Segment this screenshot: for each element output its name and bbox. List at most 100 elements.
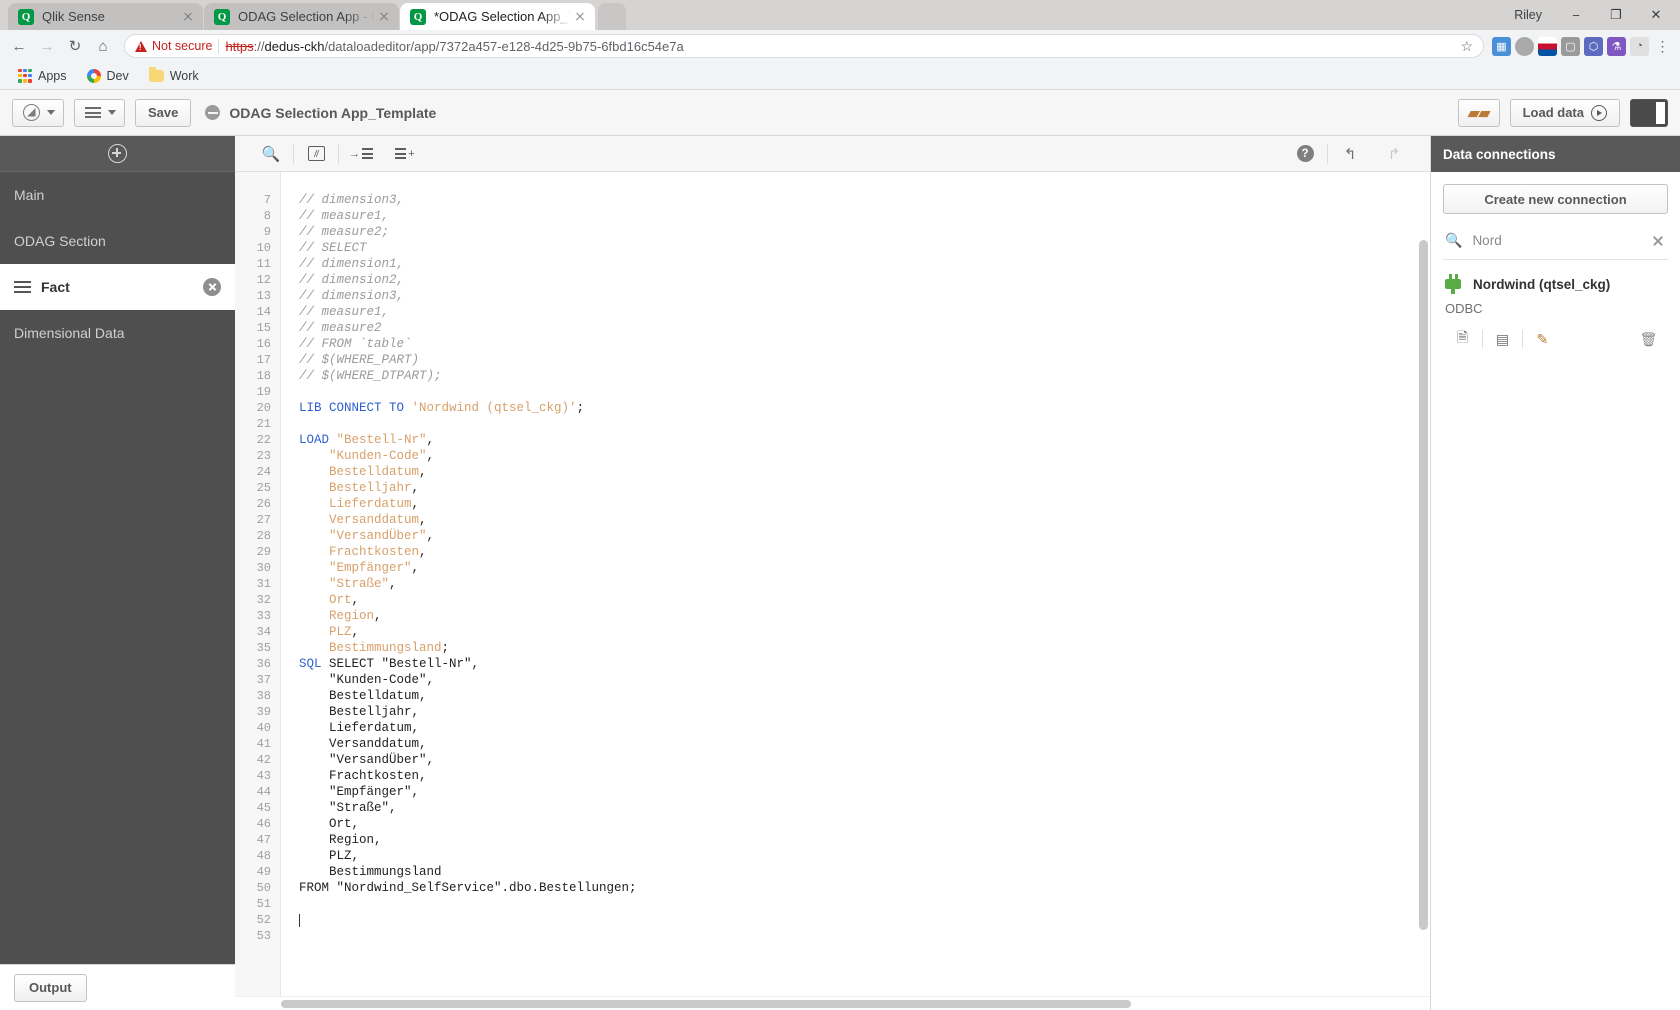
code-line[interactable]: // measure2 (299, 320, 1430, 336)
search-icon[interactable]: 🔍 (249, 136, 293, 172)
code-line[interactable]: SQL SELECT "Bestell-Nr", (299, 656, 1430, 672)
connection-search-field[interactable]: 🔍 Nord (1443, 222, 1668, 260)
code-line[interactable]: // dimension1, (299, 256, 1430, 272)
extension-icon-6[interactable]: ⚗ (1607, 37, 1626, 56)
code-line[interactable]: // measure1, (299, 304, 1430, 320)
code-line[interactable]: "Empfänger", (299, 784, 1430, 800)
new-tab-button[interactable] (598, 3, 626, 30)
code-line[interactable]: Lieferdatum, (299, 496, 1430, 512)
code-line[interactable]: "Kunden-Code", (299, 448, 1430, 464)
reload-icon[interactable]: ↻ (62, 33, 88, 59)
sidebar-item-dimensional-data[interactable]: Dimensional Data (0, 310, 235, 356)
code-line[interactable]: LIB CONNECT TO 'Nordwind (qtsel_ckg)'; (299, 400, 1430, 416)
outdent-icon[interactable]: + (383, 136, 427, 172)
home-icon[interactable]: ⌂ (90, 33, 116, 59)
code-line[interactable]: Region, (299, 832, 1430, 848)
forward-icon[interactable]: → (34, 33, 60, 59)
code-line[interactable]: Versanddatum, (299, 736, 1430, 752)
bookmark-work[interactable]: Work (141, 66, 207, 86)
editor-vertical-scrollbar[interactable] (1419, 240, 1428, 930)
right-panel-toggle-button[interactable] (1630, 99, 1668, 127)
code-line[interactable]: LOAD "Bestell-Nr", (299, 432, 1430, 448)
sidebar-item-fact[interactable]: Fact (0, 264, 235, 310)
avatar[interactable]: ◔ (1630, 37, 1649, 56)
extension-icon-3[interactable] (1538, 37, 1557, 56)
code-line[interactable]: // $(WHERE_DTPART); (299, 368, 1430, 384)
user-label[interactable]: Riley (1514, 8, 1542, 22)
code-line[interactable] (299, 896, 1430, 912)
bookmark-dev[interactable]: Dev (79, 66, 137, 86)
navigation-dropdown-button[interactable]: ◢ (12, 99, 64, 127)
delete-icon[interactable]: 🗑 (1629, 326, 1668, 352)
code-line[interactable]: Frachtkosten, (299, 768, 1430, 784)
bookmark-apps[interactable]: Apps (10, 66, 75, 86)
browser-tab-2[interactable]: Q *ODAG Selection App_Te (400, 3, 595, 30)
code-line[interactable]: Ort, (299, 816, 1430, 832)
chrome-menu-icon[interactable]: ⋮ (1653, 37, 1672, 56)
code-line[interactable]: PLZ, (299, 624, 1430, 640)
create-new-connection-button[interactable]: Create new connection (1443, 184, 1668, 214)
code-line[interactable] (299, 416, 1430, 432)
sidebar-item-odag-section[interactable]: ODAG Section (0, 218, 235, 264)
code-line[interactable]: Bestelldatum, (299, 464, 1430, 480)
code-line[interactable]: Region, (299, 608, 1430, 624)
code-line[interactable]: PLZ, (299, 848, 1430, 864)
code-line[interactable]: Bestimmungsland; (299, 640, 1430, 656)
back-icon[interactable]: ← (6, 33, 32, 59)
browser-tab-1[interactable]: Q ODAG Selection App - My (204, 3, 399, 30)
undo-icon[interactable]: ↰ (1328, 136, 1372, 172)
help-icon[interactable]: ? (1283, 136, 1327, 172)
code-line[interactable] (299, 384, 1430, 400)
code-line[interactable]: "VersandÜber", (299, 528, 1430, 544)
extension-icon-2[interactable] (1515, 37, 1534, 56)
delete-section-icon[interactable] (203, 278, 221, 296)
redo-icon[interactable]: ↱ (1372, 136, 1416, 172)
code-line[interactable]: "VersandÜber", (299, 752, 1430, 768)
code-line[interactable]: // dimension2, (299, 272, 1430, 288)
save-button[interactable]: Save (135, 99, 191, 127)
select-data-icon[interactable]: ▤ (1483, 326, 1522, 352)
code-line[interactable]: Ort, (299, 592, 1430, 608)
code-editor[interactable]: 7891011121314151617181920212223242526272… (235, 172, 1430, 996)
search-input[interactable]: Nord (1472, 233, 1640, 248)
code-line[interactable]: // dimension3, (299, 192, 1430, 208)
code-line[interactable]: // dimension3, (299, 288, 1430, 304)
code-line[interactable]: // measure1, (299, 208, 1430, 224)
code-line[interactable]: Bestelljahr, (299, 480, 1430, 496)
extension-icon-5[interactable]: ⬡ (1584, 37, 1603, 56)
clear-search-icon[interactable] (1650, 233, 1666, 249)
output-button[interactable]: Output (14, 974, 87, 1002)
load-data-button[interactable]: Load data (1510, 99, 1620, 127)
sidebar-item-main[interactable]: Main (0, 172, 235, 218)
editor-horizontal-scroll-track[interactable] (235, 996, 1430, 1010)
code-line[interactable]: "Empfänger", (299, 560, 1430, 576)
code-line[interactable]: // SELECT (299, 240, 1430, 256)
list-item[interactable]: Nordwind (qtsel_ckg) ODBC 🗎 ▤ ✎ 🗑 (1443, 260, 1668, 352)
tab-close-icon[interactable] (571, 8, 589, 26)
code-line[interactable]: Frachtkosten, (299, 544, 1430, 560)
address-bar[interactable]: Not secure https://dedus-ckh/dataloadedi… (124, 34, 1484, 58)
tab-close-icon[interactable] (179, 8, 197, 26)
edit-icon[interactable]: ✎ (1523, 326, 1562, 352)
code-line[interactable]: Lieferdatum, (299, 720, 1430, 736)
extension-icon-1[interactable]: ▦ (1492, 37, 1511, 56)
code-line[interactable]: Bestimmungsland (299, 864, 1430, 880)
maximize-icon[interactable]: ❐ (1596, 0, 1636, 30)
drag-handle-icon[interactable] (14, 281, 31, 294)
code-content[interactable]: // dimension3,// measure1,// measure2;//… (281, 172, 1430, 996)
extension-icon-4[interactable]: ▢ (1561, 37, 1580, 56)
code-line[interactable]: "Straße", (299, 576, 1430, 592)
comment-icon[interactable]: // (294, 136, 338, 172)
code-line[interactable]: "Kunden-Code", (299, 672, 1430, 688)
data-model-viewer-button[interactable]: ▰▰ (1458, 99, 1500, 127)
add-section-button[interactable] (0, 136, 235, 172)
code-line[interactable]: "Straße", (299, 800, 1430, 816)
code-line[interactable]: Bestelldatum, (299, 688, 1430, 704)
code-line[interactable]: // FROM `table` (299, 336, 1430, 352)
close-window-icon[interactable]: ✕ (1636, 0, 1676, 30)
code-line[interactable]: FROM "Nordwind_SelfService".dbo.Bestellu… (299, 880, 1430, 896)
tab-close-icon[interactable] (375, 8, 393, 26)
code-line[interactable] (299, 912, 1430, 928)
bookmark-star-icon[interactable]: ☆ (1460, 38, 1473, 55)
sheet-dropdown-button[interactable] (74, 99, 125, 127)
